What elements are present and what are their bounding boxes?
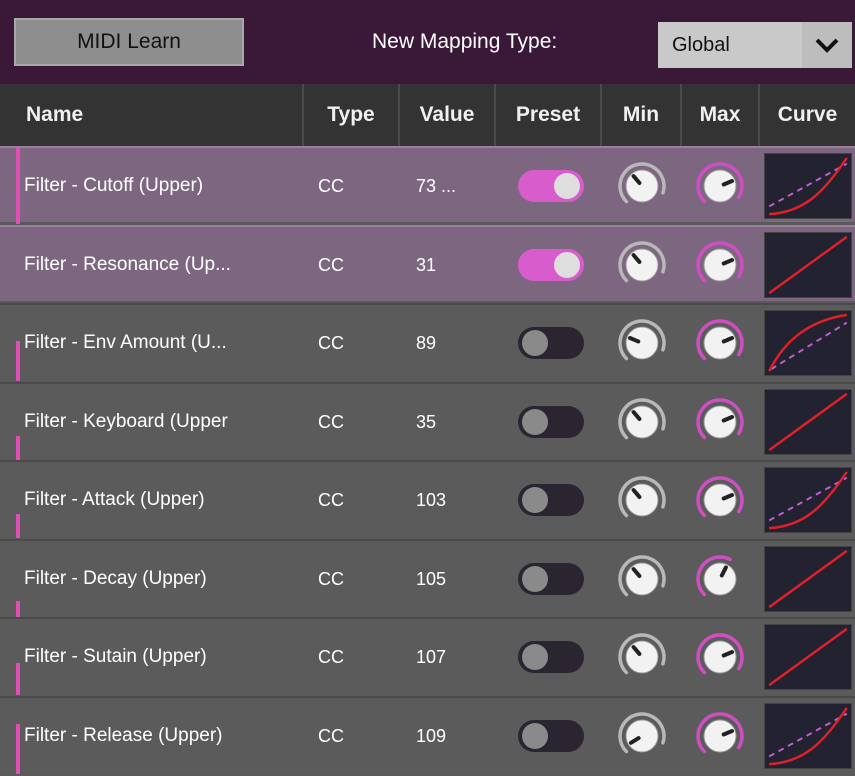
midi-learn-button[interactable]: MIDI Learn <box>14 18 244 66</box>
min-knob[interactable] <box>612 627 672 687</box>
toggle-thumb <box>554 252 580 278</box>
min-knob[interactable] <box>612 156 672 216</box>
table-header: Name Type Value Preset Min Max Curve <box>0 84 855 146</box>
min-knob[interactable] <box>612 235 672 295</box>
table-row[interactable]: Filter - Decay (Upper) CC 105 <box>0 539 855 617</box>
preset-toggle[interactable] <box>518 327 584 359</box>
toggle-thumb <box>522 487 548 513</box>
row-name: Filter - Keyboard (Upper <box>24 411 228 432</box>
table-row[interactable]: Filter - Env Amount (U... CC 89 <box>0 303 855 381</box>
midi-mapping-panel: MIDI Learn New Mapping Type: Global Name… <box>0 0 855 776</box>
max-knob[interactable] <box>690 470 750 530</box>
preset-toggle[interactable] <box>518 249 584 281</box>
column-header-value[interactable]: Value <box>400 84 496 146</box>
max-knob[interactable] <box>690 392 750 452</box>
preset-toggle[interactable] <box>518 720 584 752</box>
row-name: Filter - Attack (Upper) <box>24 489 205 510</box>
toggle-thumb <box>522 409 548 435</box>
row-type: CC <box>318 332 344 353</box>
row-marker <box>16 663 20 695</box>
row-name: Filter - Cutoff (Upper) <box>24 175 204 196</box>
mapping-type-label: New Mapping Type: <box>372 30 558 53</box>
row-value: 103 <box>416 489 447 510</box>
row-type: CC <box>318 489 344 510</box>
max-knob[interactable] <box>690 156 750 216</box>
max-knob[interactable] <box>690 549 750 609</box>
max-knob[interactable] <box>690 313 750 373</box>
min-knob[interactable] <box>612 549 672 609</box>
min-knob[interactable] <box>612 313 672 373</box>
row-value: 35 <box>416 411 437 432</box>
row-name: Filter - Release (Upper) <box>24 725 223 746</box>
row-type: CC <box>318 175 344 196</box>
row-type: CC <box>318 411 344 432</box>
column-header-name[interactable]: Name <box>0 84 304 146</box>
curve-editor[interactable] <box>764 467 852 533</box>
table-row[interactable]: Filter - Cutoff (Upper) CC 73 ... <box>0 146 855 224</box>
max-knob[interactable] <box>690 627 750 687</box>
row-value: 107 <box>416 646 447 667</box>
table-row[interactable]: Filter - Sutain (Upper) CC 107 <box>0 617 855 695</box>
row-name: Filter - Resonance (Up... <box>24 254 231 275</box>
toggle-thumb <box>522 330 548 356</box>
row-name: Filter - Env Amount (U... <box>24 332 227 353</box>
preset-toggle[interactable] <box>518 563 584 595</box>
mapping-type-select[interactable]: Global <box>658 22 852 68</box>
row-value: 31 <box>416 254 437 275</box>
curve-editor[interactable] <box>764 546 852 612</box>
preset-toggle[interactable] <box>518 484 584 516</box>
curve-editor[interactable] <box>764 153 852 219</box>
curve-editor[interactable] <box>764 703 852 769</box>
table-row[interactable]: Filter - Resonance (Up... CC 31 <box>0 225 855 379</box>
row-marker <box>16 148 20 224</box>
row-name: Filter - Decay (Upper) <box>24 568 207 589</box>
toolbar: MIDI Learn New Mapping Type: Global <box>0 0 855 84</box>
column-header-preset[interactable]: Preset <box>496 84 602 146</box>
min-knob[interactable] <box>612 706 672 766</box>
preset-toggle[interactable] <box>518 170 584 202</box>
row-type: CC <box>318 646 344 667</box>
row-marker <box>16 514 20 538</box>
max-knob[interactable] <box>690 706 750 766</box>
min-knob[interactable] <box>612 392 672 452</box>
row-value: 89 <box>416 332 437 353</box>
table-row[interactable]: Filter - Keyboard (Upper CC 35 <box>0 382 855 460</box>
min-knob[interactable] <box>612 470 672 530</box>
table-row[interactable]: Filter - Attack (Upper) CC 103 <box>0 460 855 538</box>
row-value: 73 ... <box>416 175 457 196</box>
table-row[interactable]: Filter - Release (Upper) CC 109 <box>0 696 855 774</box>
toggle-thumb <box>522 566 548 592</box>
row-name: Filter - Sutain (Upper) <box>24 646 207 667</box>
row-type: CC <box>318 254 344 275</box>
row-value: 105 <box>416 568 447 589</box>
row-marker <box>16 601 20 617</box>
curve-editor[interactable] <box>764 389 852 455</box>
row-marker <box>16 724 20 774</box>
row-marker <box>16 436 20 460</box>
curve-editor[interactable] <box>764 310 852 376</box>
curve-editor[interactable] <box>764 232 852 298</box>
row-type: CC <box>318 725 344 746</box>
max-knob[interactable] <box>690 235 750 295</box>
row-type: CC <box>318 568 344 589</box>
preset-toggle[interactable] <box>518 641 584 673</box>
column-header-curve[interactable]: Curve <box>760 84 855 146</box>
row-value: 109 <box>416 725 447 746</box>
column-header-type[interactable]: Type <box>304 84 400 146</box>
column-header-max[interactable]: Max <box>682 84 760 146</box>
toggle-thumb <box>522 644 548 670</box>
row-marker <box>16 341 20 381</box>
preset-toggle[interactable] <box>518 406 584 438</box>
mapping-type-value: Global <box>672 34 730 56</box>
chevron-down-icon[interactable] <box>802 22 852 68</box>
curve-editor[interactable] <box>764 624 852 690</box>
toggle-thumb <box>554 173 580 199</box>
toggle-thumb <box>522 723 548 749</box>
column-header-min[interactable]: Min <box>602 84 682 146</box>
